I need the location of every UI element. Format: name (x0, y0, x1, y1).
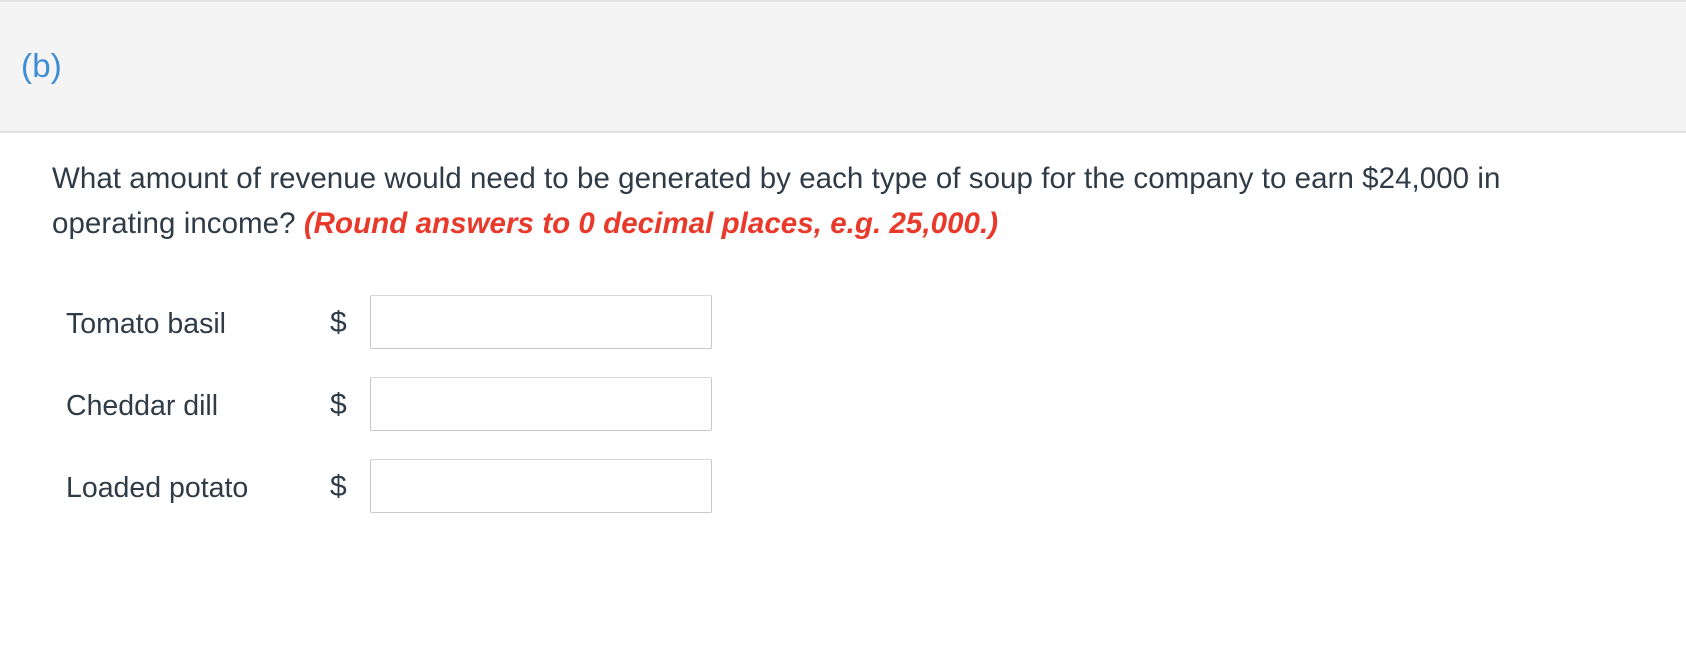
dollar-sign-icon: $ (330, 306, 347, 339)
revenue-input-loaded-potato[interactable] (370, 459, 712, 513)
answer-row-label: Loaded potato (66, 472, 249, 504)
dollar-sign-icon: $ (330, 470, 347, 503)
question-prompt: What amount of revenue would need to be … (52, 156, 1582, 246)
answer-row-label: Tomato basil (66, 308, 226, 340)
rounding-instruction: (Round answers to 0 decimal places, e.g.… (303, 207, 999, 240)
part-header-band: (b) (0, 0, 1686, 133)
answer-row-tomato-basil: Tomato basil $ (0, 288, 1686, 370)
answer-row-cheddar-dill: Cheddar dill $ (0, 370, 1686, 452)
answer-row-loaded-potato: Loaded potato $ (0, 452, 1686, 534)
question-body: What amount of revenue would need to be … (0, 133, 1686, 672)
revenue-input-tomato-basil[interactable] (370, 295, 712, 349)
dollar-sign-icon: $ (330, 388, 347, 421)
revenue-input-cheddar-dill[interactable] (370, 377, 712, 431)
answer-row-label: Cheddar dill (66, 390, 219, 422)
part-label: (b) (21, 47, 62, 84)
answer-rows: Tomato basil $ Cheddar dill $ Loaded pot… (0, 288, 1686, 534)
